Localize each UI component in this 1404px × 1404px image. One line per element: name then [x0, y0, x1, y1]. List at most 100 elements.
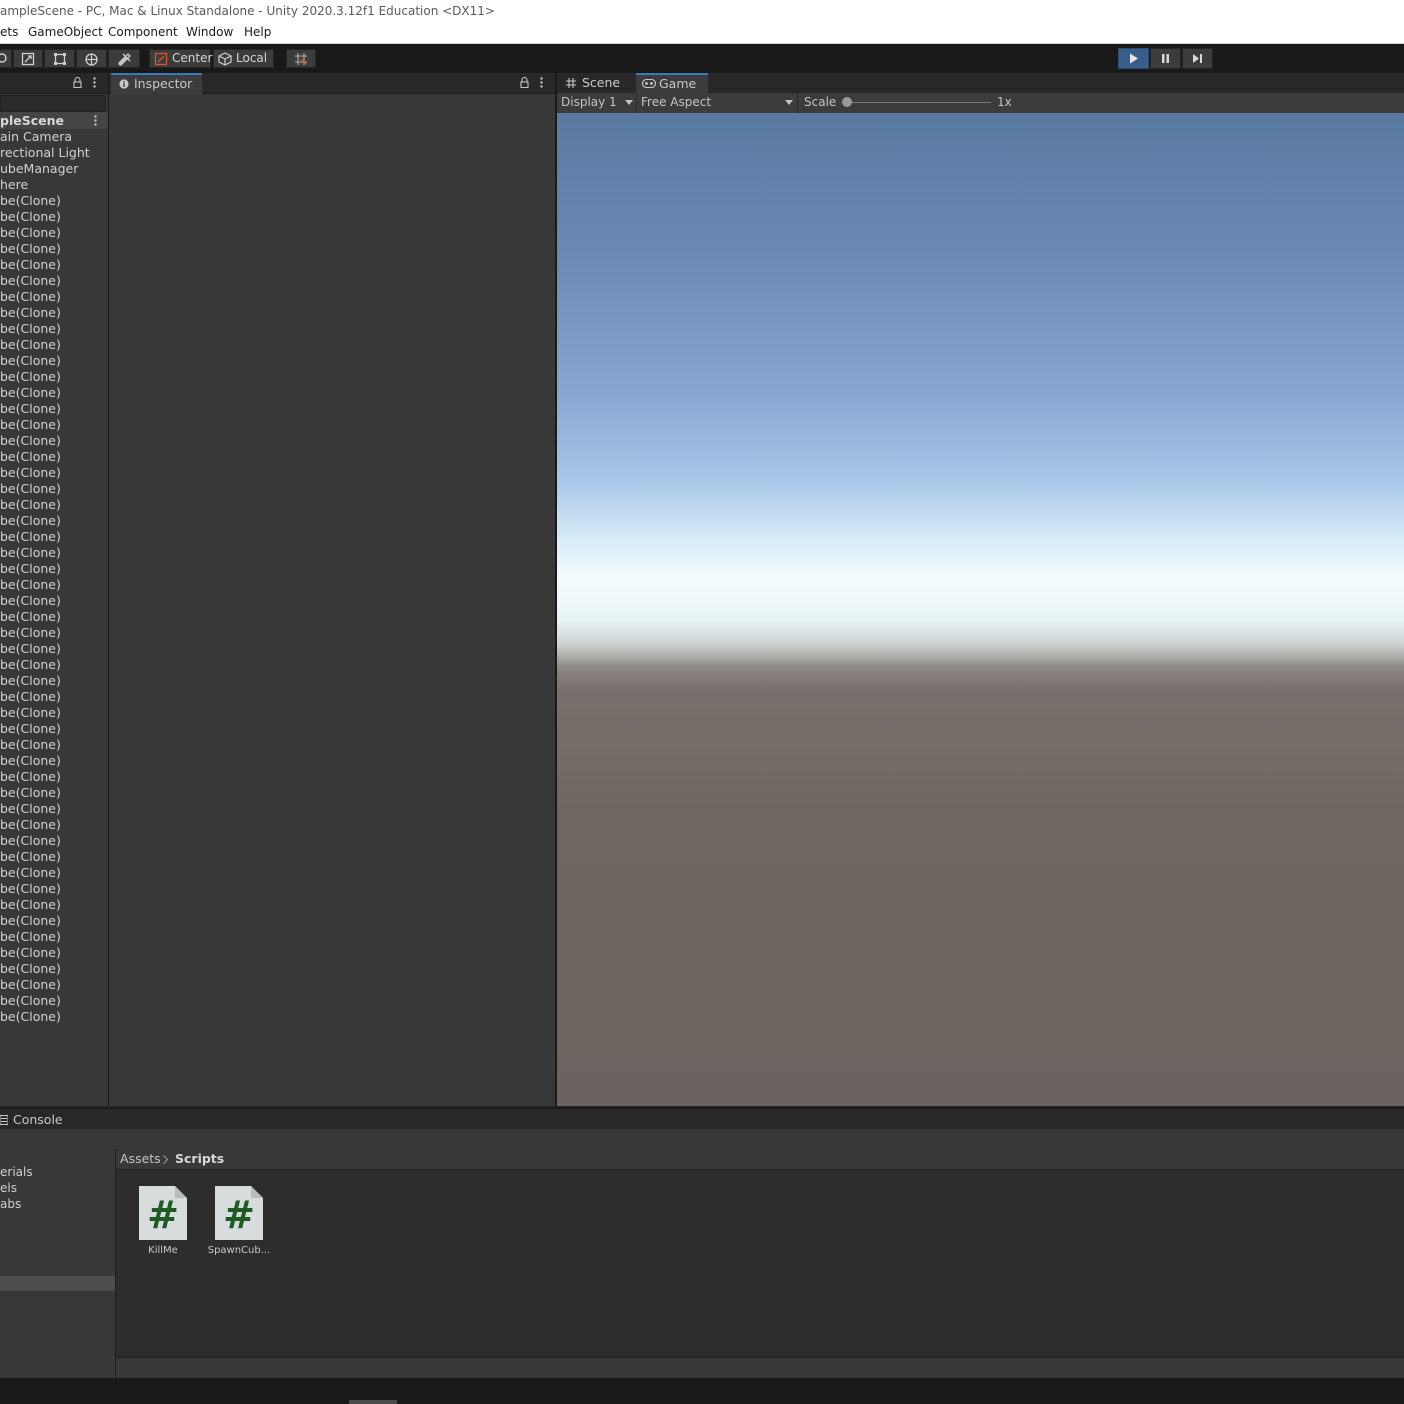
- breadcrumb-scripts[interactable]: Scripts: [175, 1151, 224, 1166]
- hierarchy-item[interactable]: be(Clone): [0, 625, 61, 641]
- play-button[interactable]: [1118, 48, 1149, 69]
- space-toggle-button[interactable]: Local: [213, 49, 274, 68]
- hierarchy-item[interactable]: be(Clone): [0, 289, 61, 305]
- tab-inspector[interactable]: Inspector: [111, 73, 202, 94]
- hierarchy-item[interactable]: be(Clone): [0, 993, 61, 1009]
- hierarchy-item[interactable]: be(Clone): [0, 577, 61, 593]
- hierarchy-item[interactable]: be(Clone): [0, 561, 61, 577]
- hierarchy-item[interactable]: be(Clone): [0, 385, 61, 401]
- scene-header-row[interactable]: pleScene: [0, 112, 108, 129]
- custom-tool-button[interactable]: [108, 49, 140, 68]
- hierarchy-item[interactable]: rectional Light: [0, 145, 90, 161]
- menu-assets[interactable]: ets: [0, 25, 18, 39]
- hierarchy-item[interactable]: be(Clone): [0, 353, 61, 369]
- hierarchy-item[interactable]: be(Clone): [0, 305, 61, 321]
- hierarchy-item[interactable]: be(Clone): [0, 337, 61, 353]
- hierarchy-item[interactable]: be(Clone): [0, 929, 61, 945]
- hierarchy-item[interactable]: ubeManager: [0, 161, 78, 177]
- hierarchy-item[interactable]: be(Clone): [0, 321, 61, 337]
- grid-snap-button[interactable]: [286, 49, 316, 68]
- hierarchy-item[interactable]: be(Clone): [0, 737, 61, 753]
- hierarchy-item[interactable]: be(Clone): [0, 241, 61, 257]
- hierarchy-item[interactable]: be(Clone): [0, 849, 61, 865]
- hierarchy-item[interactable]: be(Clone): [0, 673, 61, 689]
- kebab-menu-icon[interactable]: [93, 77, 96, 88]
- hierarchy-item[interactable]: be(Clone): [0, 497, 61, 513]
- pivot-toggle-button[interactable]: Center: [149, 49, 212, 68]
- breadcrumb-assets[interactable]: Assets: [120, 1151, 161, 1166]
- hierarchy-item[interactable]: be(Clone): [0, 545, 61, 561]
- lock-icon[interactable]: [73, 77, 82, 88]
- hierarchy-item[interactable]: be(Clone): [0, 209, 61, 225]
- tab-console[interactable]: Console: [0, 1110, 70, 1131]
- hierarchy-item[interactable]: be(Clone): [0, 193, 61, 209]
- rotate-tool-button[interactable]: [0, 49, 12, 68]
- hierarchy-item[interactable]: be(Clone): [0, 881, 61, 897]
- hierarchy-item[interactable]: be(Clone): [0, 753, 61, 769]
- transform-tool-button[interactable]: [76, 49, 107, 68]
- tab-game[interactable]: Game: [636, 73, 708, 94]
- scene-name: pleScene: [0, 113, 64, 128]
- hierarchy-item[interactable]: be(Clone): [0, 513, 61, 529]
- hierarchy-item[interactable]: be(Clone): [0, 273, 61, 289]
- hierarchy-item[interactable]: be(Clone): [0, 401, 61, 417]
- rect-tool-button[interactable]: [44, 49, 75, 68]
- menu-component[interactable]: Component: [108, 25, 178, 39]
- hierarchy-item[interactable]: here: [0, 177, 28, 193]
- hierarchy-item[interactable]: be(Clone): [0, 801, 61, 817]
- hierarchy-item[interactable]: be(Clone): [0, 433, 61, 449]
- hierarchy-item[interactable]: be(Clone): [0, 769, 61, 785]
- step-button[interactable]: [1182, 48, 1213, 69]
- rotate-icon: [0, 53, 7, 63]
- hierarchy-item[interactable]: be(Clone): [0, 609, 61, 625]
- display-dropdown[interactable]: Display 1: [557, 93, 635, 113]
- hierarchy-item[interactable]: be(Clone): [0, 449, 61, 465]
- hierarchy-search-input[interactable]: [0, 95, 106, 112]
- hierarchy-item[interactable]: be(Clone): [0, 945, 61, 961]
- hierarchy-item[interactable]: be(Clone): [0, 897, 61, 913]
- hierarchy-item[interactable]: be(Clone): [0, 369, 61, 385]
- hierarchy-item[interactable]: be(Clone): [0, 225, 61, 241]
- hierarchy-item[interactable]: be(Clone): [0, 705, 61, 721]
- menu-help[interactable]: Help: [244, 25, 271, 39]
- hierarchy-item[interactable]: be(Clone): [0, 833, 61, 849]
- inspector-lock-icon[interactable]: [520, 77, 529, 88]
- hierarchy-item[interactable]: be(Clone): [0, 1009, 61, 1025]
- hierarchy-item[interactable]: be(Clone): [0, 977, 61, 993]
- asset-spawncube[interactable]: #: [215, 1184, 263, 1240]
- scene-kebab-icon[interactable]: [94, 115, 97, 126]
- hierarchy-item[interactable]: be(Clone): [0, 465, 61, 481]
- scale-slider-thumb[interactable]: [842, 97, 852, 107]
- scale-tool-button[interactable]: [13, 49, 43, 68]
- hierarchy-item[interactable]: be(Clone): [0, 417, 61, 433]
- console-tab-bar: Console: [0, 1107, 1404, 1131]
- asset-killme[interactable]: #: [139, 1184, 187, 1240]
- menu-window[interactable]: Window: [186, 25, 233, 39]
- inspector-kebab-icon[interactable]: [540, 77, 543, 88]
- aspect-dropdown[interactable]: Free Aspect: [636, 93, 798, 113]
- hierarchy-item[interactable]: be(Clone): [0, 865, 61, 881]
- hierarchy-item[interactable]: be(Clone): [0, 817, 61, 833]
- hierarchy-item[interactable]: ain Camera: [0, 129, 72, 145]
- hierarchy-item[interactable]: be(Clone): [0, 785, 61, 801]
- tab-scene[interactable]: Scene: [560, 73, 634, 94]
- hierarchy-item[interactable]: be(Clone): [0, 961, 61, 977]
- grid-icon: [566, 78, 576, 88]
- menu-gameobject[interactable]: GameObject: [28, 25, 103, 39]
- hierarchy-item[interactable]: be(Clone): [0, 593, 61, 609]
- hierarchy-item[interactable]: be(Clone): [0, 913, 61, 929]
- hierarchy-item[interactable]: be(Clone): [0, 257, 61, 273]
- hierarchy-item[interactable]: be(Clone): [0, 657, 61, 673]
- pause-button[interactable]: [1150, 48, 1181, 69]
- hierarchy-item[interactable]: be(Clone): [0, 721, 61, 737]
- hierarchy-item[interactable]: be(Clone): [0, 641, 61, 657]
- folder-tree-item[interactable]: abs: [0, 1196, 21, 1212]
- folder-tree-item[interactable]: els: [0, 1180, 17, 1196]
- folder-tree-item[interactable]: erials: [0, 1164, 33, 1180]
- game-viewport[interactable]: [557, 113, 1404, 1106]
- folder-tree-selected-row[interactable]: [0, 1276, 115, 1291]
- hierarchy-item[interactable]: be(Clone): [0, 689, 61, 705]
- hierarchy-item[interactable]: be(Clone): [0, 481, 61, 497]
- scale-slider-track[interactable]: [845, 102, 991, 103]
- hierarchy-item[interactable]: be(Clone): [0, 529, 61, 545]
